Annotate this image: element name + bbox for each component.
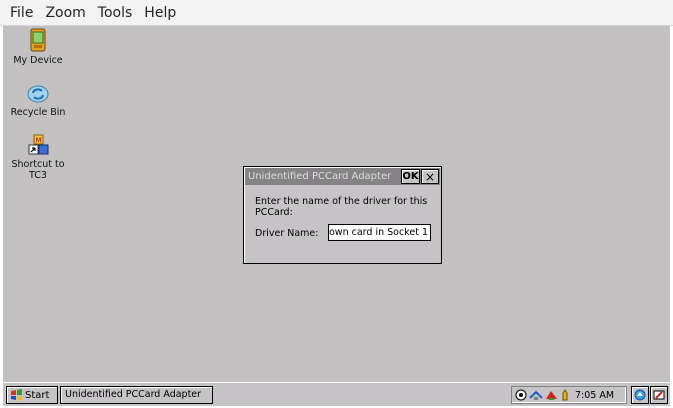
desktop-icon-my-device[interactable]: My Device	[5, 28, 71, 66]
pccard-icon[interactable]	[545, 389, 558, 401]
start-button[interactable]: Start	[6, 386, 58, 404]
dialog-title: Unidentified PCCard Adapter	[248, 171, 392, 182]
windows-flag-icon	[11, 389, 22, 401]
desktop-icon-recycle-bin[interactable]: Recycle Bin	[5, 82, 71, 118]
start-label: Start	[25, 389, 50, 401]
close-button[interactable]: ×	[421, 169, 439, 184]
svg-text:M: M	[35, 137, 41, 145]
input-panel-icon	[653, 390, 665, 400]
ok-button[interactable]: OK	[401, 169, 420, 184]
taskbar: Start Unidentified PCCard Adapter 7:05 A…	[3, 382, 670, 406]
driver-name-value: own card in Socket 1	[329, 227, 428, 238]
desktop-icon-shortcut-tc3[interactable]: M Shortcut to TC3	[5, 134, 71, 181]
menu-help[interactable]: Help	[138, 5, 182, 21]
touch-icon[interactable]	[560, 389, 570, 401]
taskbar-item-pccard-adapter[interactable]: Unidentified PCCard Adapter	[60, 386, 213, 404]
device-screen: My Device Recycle Bin M Shortcut to TC3 …	[3, 26, 670, 406]
recycle-bin-icon	[27, 85, 49, 103]
connection-icon[interactable]	[529, 389, 543, 401]
dialog-title-bar[interactable]: Unidentified PCCard Adapter OK ×	[245, 168, 440, 185]
input-panel-button[interactable]	[650, 386, 668, 404]
desktop-icon-label: Shortcut to TC3	[11, 159, 65, 181]
taskbar-item-label: Unidentified PCCard Adapter	[65, 389, 202, 400]
pda-device-icon	[30, 28, 46, 52]
emulator-menubar: File Zoom Tools Help	[0, 0, 673, 26]
network-icon[interactable]	[515, 389, 527, 401]
desktop-icon-label: My Device	[13, 55, 63, 66]
pccard-adapter-dialog: Unidentified PCCard Adapter OK × Enter t…	[243, 166, 442, 264]
driver-name-label: Driver Name:	[255, 228, 319, 239]
menu-file[interactable]: File	[4, 5, 39, 21]
shortcut-tc3-icon: M	[28, 134, 49, 155]
desktop-icon	[634, 389, 646, 401]
menu-zoom[interactable]: Zoom	[39, 5, 91, 21]
driver-name-input[interactable]: own card in Socket 1	[328, 224, 431, 241]
show-desktop-button[interactable]	[631, 386, 649, 404]
system-tray: 7:05 AM	[511, 386, 627, 404]
desktop-icon-label: Recycle Bin	[10, 107, 66, 118]
menu-tools[interactable]: Tools	[92, 5, 139, 21]
clock[interactable]: 7:05 AM	[575, 390, 614, 401]
dialog-message: Enter the name of the driver for this PC…	[255, 196, 428, 218]
